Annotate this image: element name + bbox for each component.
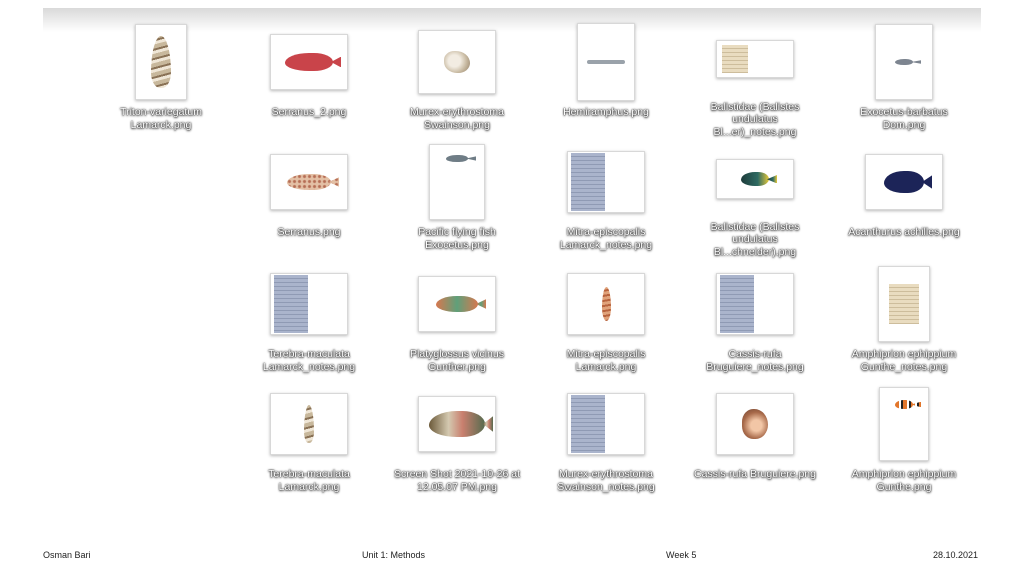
file-item[interactable]: Platyglossus vicinus Gunther.png (401, 262, 513, 380)
file-name[interactable]: Amphiprion ephippium Gunthe_notes.png (839, 348, 969, 373)
file-name[interactable]: Terebra-maculata Lamarck_notes.png (244, 348, 374, 373)
file-item[interactable]: Acanthurus achilles.png (848, 140, 960, 258)
file-name[interactable]: Triton-variegatum Lamarck.png (96, 106, 226, 131)
file-item[interactable]: Mitra-episcopalis Lamarck.png (550, 262, 662, 380)
file-thumbnail[interactable] (716, 273, 794, 335)
file-item[interactable]: Balistidae (Balistes undulatus Bl...chne… (699, 140, 811, 258)
footer-author: Osman Bari (43, 550, 91, 560)
file-thumbnail[interactable] (429, 144, 485, 220)
file-name[interactable]: Hemiramphus.png (541, 106, 671, 119)
file-thumbnail[interactable] (879, 387, 929, 461)
file-name[interactable]: Murex-erythrostoma Swainson_notes.png (541, 468, 671, 493)
file-thumbnail[interactable] (418, 396, 496, 452)
file-item[interactable]: Serranus_2.png (253, 20, 365, 138)
footer-week: Week 5 (666, 550, 697, 560)
file-item[interactable]: Cassis-rufa Bruguiere.png (694, 382, 816, 500)
file-thumbnail[interactable] (716, 159, 794, 200)
file-thumbnail[interactable] (567, 393, 645, 455)
file-thumbnail[interactable] (567, 151, 645, 213)
file-name[interactable]: Mitra-episcopalis Lamarck.png (541, 348, 671, 373)
file-thumbnail[interactable] (878, 266, 930, 342)
file-thumbnail[interactable] (270, 393, 348, 455)
file-name[interactable]: Exocetus-barbatus Dom.png (839, 106, 969, 131)
file-item[interactable]: Amphiprion ephippium Gunthe.png (848, 382, 960, 500)
file-thumbnail[interactable] (270, 154, 348, 210)
file-item[interactable]: Pacific flying fish Exocetus.png (401, 140, 513, 258)
file-thumbnail[interactable] (865, 154, 943, 210)
file-item[interactable]: Terebra-maculata Lamarck.png (253, 382, 365, 500)
file-name[interactable]: Cassis-rufa Bruguiere_notes.png (690, 348, 820, 373)
file-thumbnail[interactable] (577, 23, 635, 101)
file-thumbnail[interactable] (270, 34, 348, 90)
file-thumbnail[interactable] (418, 276, 496, 332)
file-name[interactable]: Pacific flying fish Exocetus.png (392, 226, 522, 251)
file-thumbnail[interactable] (567, 273, 645, 335)
file-name[interactable]: Cassis-rufa Bruguiere.png (690, 468, 820, 481)
file-name[interactable]: Terebra-maculata Lamarck.png (244, 468, 374, 493)
file-name[interactable]: Serranus.png (244, 226, 374, 239)
file-name[interactable]: Balistidae (Balistes undulatus Bl...chne… (690, 221, 820, 259)
desktop-grid: Triton-variegatum Lamarck.png Serranus_2… (43, 8, 981, 528)
file-thumbnail[interactable] (716, 40, 794, 79)
file-item[interactable]: Mitra-episcopalis Lamarck_notes.png (550, 140, 662, 258)
file-thumbnail[interactable] (135, 24, 187, 100)
file-item[interactable]: Amphiprion ephippium Gunthe_notes.png (848, 262, 960, 380)
file-thumbnail[interactable] (716, 393, 794, 455)
file-item[interactable]: Terebra-maculata Lamarck_notes.png (253, 262, 365, 380)
file-name[interactable]: Balistidae (Balistes undulatus Bl...er)_… (690, 101, 820, 139)
file-name[interactable]: Mitra-episcopalis Lamarck_notes.png (541, 226, 671, 251)
file-name[interactable]: Amphiprion ephippium Gunthe.png (839, 468, 969, 493)
file-thumbnail[interactable] (270, 273, 348, 335)
file-name[interactable]: Acanthurus achilles.png (839, 226, 969, 239)
file-thumbnail[interactable] (418, 30, 496, 94)
file-item[interactable]: Exocetus-barbatus Dom.png (848, 20, 960, 138)
file-item[interactable]: Screen Shot 2021-10-26 at 12.05.07 PM.pn… (394, 382, 520, 500)
file-item[interactable]: Murex-erythrostoma Swainson_notes.png (550, 382, 662, 500)
footer-unit: Unit 1: Methods (362, 550, 426, 560)
file-item[interactable]: Serranus.png (253, 140, 365, 258)
file-name[interactable]: Platyglossus vicinus Gunther.png (392, 348, 522, 373)
file-name[interactable]: Serranus_2.png (244, 106, 374, 119)
file-item[interactable]: Cassis-rufa Bruguiere_notes.png (699, 262, 811, 380)
file-item[interactable]: Hemiramphus.png (550, 20, 662, 138)
file-thumbnail[interactable] (875, 24, 933, 100)
file-name[interactable]: Screen Shot 2021-10-26 at 12.05.07 PM.pn… (392, 468, 522, 493)
file-item[interactable]: Balistidae (Balistes undulatus Bl...er)_… (699, 20, 811, 138)
file-name[interactable]: Murex-erythrostoma Swainson.png (392, 106, 522, 131)
footer-date: 28.10.2021 (933, 550, 979, 560)
file-item[interactable]: Murex-erythrostoma Swainson.png (401, 20, 513, 138)
file-item[interactable]: Triton-variegatum Lamarck.png (105, 20, 217, 138)
